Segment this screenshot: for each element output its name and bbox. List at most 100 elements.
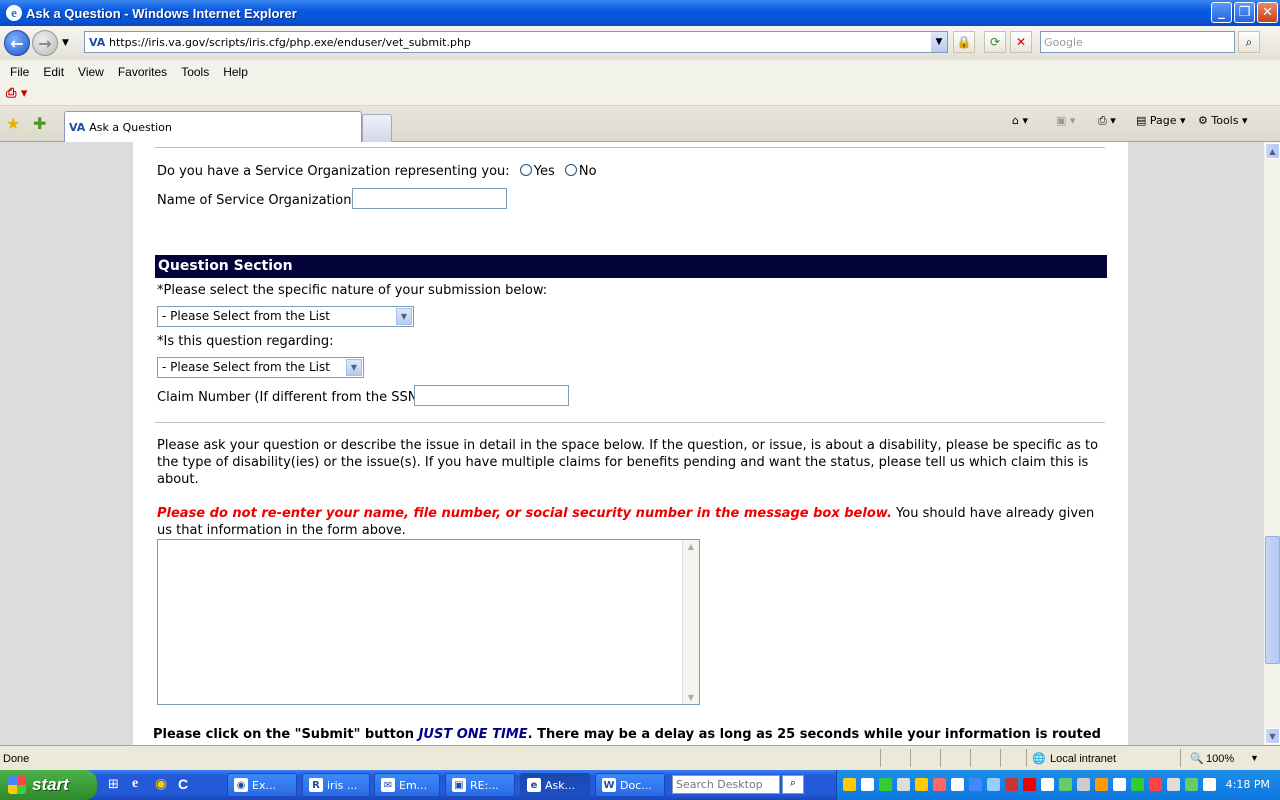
- menu-edit[interactable]: Edit: [43, 65, 64, 79]
- instructions-text: Please ask your question or describe the…: [157, 438, 1099, 487]
- scroll-thumb[interactable]: [1265, 536, 1280, 664]
- tray-icon[interactable]: [1185, 778, 1198, 791]
- tray-icon[interactable]: [933, 778, 946, 791]
- taskbar-button[interactable]: ▣ RE:...: [445, 773, 515, 797]
- tray-icon[interactable]: [1041, 778, 1054, 791]
- regarding-select[interactable]: - Please Select from the List ▼: [157, 357, 364, 378]
- nature-select[interactable]: - Please Select from the List ▼: [157, 306, 414, 327]
- lock-icon[interactable]: 🔒: [953, 31, 975, 53]
- taskbar-label: Ask...: [545, 778, 576, 792]
- tray-icon[interactable]: [969, 778, 982, 791]
- regarding-label: *Is this question regarding:: [157, 334, 334, 349]
- taskbar-label: iris ...: [327, 778, 358, 792]
- taskbar-label: Em...: [399, 778, 428, 792]
- quicklaunch-icon[interactable]: ⊞: [108, 777, 119, 792]
- home-icon[interactable]: ⌂ ▾: [1012, 114, 1028, 127]
- pdf-icon[interactable]: ⎙ ▾: [6, 86, 27, 101]
- tray-icon[interactable]: [1077, 778, 1090, 791]
- taskbar-label: RE:...: [470, 778, 499, 792]
- c-quicklaunch-icon[interactable]: C: [178, 776, 188, 792]
- address-dropdown-icon[interactable]: ▼: [931, 32, 947, 52]
- taskbar-button[interactable]: W Doc...: [595, 773, 665, 797]
- add-favorite-icon[interactable]: ✚: [33, 114, 46, 133]
- forward-button[interactable]: →: [32, 30, 58, 56]
- taskbar-button[interactable]: Riris ...: [302, 773, 370, 797]
- close-button[interactable]: ✕: [1257, 2, 1278, 23]
- tray-icon[interactable]: [1023, 778, 1036, 791]
- radio-yes-label: Yes: [533, 164, 555, 179]
- tools-menu-label: Tools: [1211, 114, 1239, 127]
- minimize-button[interactable]: _: [1211, 2, 1232, 23]
- desktop-search-input[interactable]: Search Desktop: [672, 775, 780, 794]
- history-dropdown-icon[interactable]: ▼: [62, 38, 69, 48]
- zoom-level[interactable]: 100%: [1206, 753, 1234, 765]
- zoom-icon[interactable]: 🔍: [1190, 752, 1204, 765]
- search-icon[interactable]: ⌕: [1238, 31, 1260, 53]
- feeds-icon[interactable]: ▣ ▾: [1056, 114, 1075, 127]
- tab-ask-a-question[interactable]: VA Ask a Question: [64, 111, 362, 142]
- scroll-up-icon[interactable]: ▲: [683, 542, 699, 551]
- globe-icon: 🌐: [1032, 753, 1046, 765]
- chevron-down-icon[interactable]: ▼: [396, 308, 412, 325]
- textarea-scrollbar[interactable]: ▲ ▼: [682, 540, 699, 704]
- service-org-name-label: Name of Service Organization:: [157, 193, 356, 208]
- page-menu-button[interactable]: ▤ Page ▾: [1136, 114, 1186, 127]
- system-tray: 4:18 PM: [836, 770, 1280, 800]
- tray-icon[interactable]: [1095, 778, 1108, 791]
- address-url: https://iris.va.gov/scripts/iris.cfg/php…: [109, 35, 471, 49]
- regarding-select-value: - Please Select from the List: [162, 360, 330, 374]
- scroll-down-icon[interactable]: ▼: [683, 693, 699, 702]
- tray-icon[interactable]: [1149, 778, 1162, 791]
- tray-icon[interactable]: [861, 778, 874, 791]
- tray-icon[interactable]: [1131, 778, 1144, 791]
- refresh-button[interactable]: ⟳: [984, 31, 1006, 53]
- tray-icon[interactable]: [1167, 778, 1180, 791]
- tray-icon[interactable]: [915, 778, 928, 791]
- address-bar[interactable]: VA https://iris.va.gov/scripts/iris.cfg/…: [84, 31, 948, 53]
- ie-quicklaunch-icon[interactable]: e: [132, 776, 138, 792]
- tray-icon[interactable]: [1059, 778, 1072, 791]
- menu-help[interactable]: Help: [223, 65, 248, 79]
- tray-icon[interactable]: [1113, 778, 1126, 791]
- menu-tools[interactable]: Tools: [181, 65, 209, 79]
- menu-favorites[interactable]: Favorites: [118, 65, 167, 79]
- taskbar-button-active[interactable]: e Ask...: [520, 773, 590, 797]
- tray-icon[interactable]: [951, 778, 964, 791]
- tray-icon[interactable]: [897, 778, 910, 791]
- tools-menu-button[interactable]: ⚙ Tools ▾: [1198, 114, 1248, 127]
- scroll-up-icon[interactable]: ▲: [1265, 143, 1280, 159]
- service-org-row: Do you have a Service Organization repre…: [157, 164, 597, 179]
- tray-icon[interactable]: [1005, 778, 1018, 791]
- favorites-star-icon[interactable]: ★: [6, 114, 20, 133]
- zoom-dropdown-icon[interactable]: ▼: [1250, 753, 1259, 763]
- message-textarea[interactable]: ▲ ▼: [157, 539, 700, 705]
- chevron-down-icon[interactable]: ▼: [346, 359, 362, 376]
- radio-yes[interactable]: [519, 164, 532, 176]
- back-button[interactable]: ←: [4, 30, 30, 56]
- maximize-button[interactable]: ❐: [1234, 2, 1255, 23]
- stop-button[interactable]: ✕: [1010, 31, 1032, 53]
- speaker-icon[interactable]: [1203, 778, 1216, 791]
- menu-view[interactable]: View: [78, 65, 104, 79]
- va-site-icon: VA: [89, 36, 106, 49]
- search-icon[interactable]: ⌕: [782, 775, 804, 794]
- firefox-quicklaunch-icon[interactable]: ◉: [155, 776, 167, 792]
- new-tab-button[interactable]: [362, 114, 392, 142]
- taskbar-button[interactable]: ◉ Ex...: [227, 773, 297, 797]
- search-input[interactable]: Google: [1040, 31, 1235, 53]
- claim-number-input[interactable]: [414, 385, 569, 406]
- radio-no[interactable]: [564, 164, 577, 176]
- print-icon[interactable]: ⎙ ▾: [1098, 114, 1116, 128]
- tray-icon[interactable]: [843, 778, 856, 791]
- menu-file[interactable]: File: [10, 65, 29, 79]
- tray-icon[interactable]: [987, 778, 1000, 791]
- ie-logo-icon: e: [6, 5, 22, 21]
- service-org-name-input[interactable]: [352, 188, 507, 209]
- status-bar: Done 🌐 Local intranet 🔍 100% ▼: [0, 745, 1280, 770]
- title-bar: e Ask a Question - Windows Internet Expl…: [0, 0, 1280, 26]
- start-button[interactable]: start: [0, 770, 97, 800]
- taskbar-button[interactable]: ✉ Em...: [374, 773, 440, 797]
- scroll-down-icon[interactable]: ▼: [1265, 728, 1280, 744]
- page-scrollbar[interactable]: ▲ ▼: [1263, 142, 1280, 745]
- tray-icon[interactable]: [879, 778, 892, 791]
